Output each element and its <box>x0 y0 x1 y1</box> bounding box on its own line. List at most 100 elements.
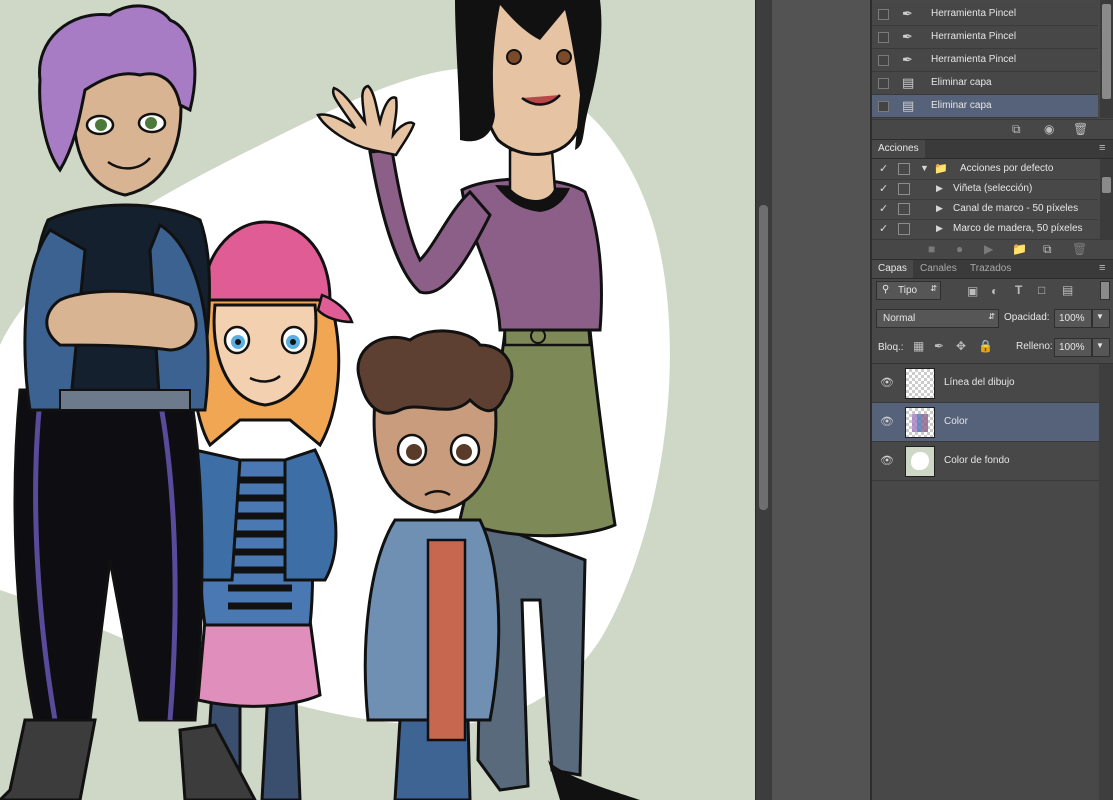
check-icon[interactable]: ✓ <box>879 182 888 195</box>
scrollbar-thumb[interactable] <box>759 205 768 510</box>
action-set-row[interactable]: ✓ ▼ 📁 Acciones por defecto <box>872 159 1098 180</box>
tab-actions[interactable]: Acciones <box>872 140 925 158</box>
camera-icon[interactable]: ◉ <box>1044 122 1054 136</box>
check-icon[interactable]: ✓ <box>879 202 888 215</box>
stepper-icon: ⇵ <box>930 284 937 293</box>
tab-paths[interactable]: Trazados <box>964 260 1017 278</box>
dialog-toggle-box[interactable] <box>898 163 910 175</box>
shape-filter-icon[interactable]: □ <box>1038 283 1045 297</box>
opacity-value: 100% <box>1059 313 1085 324</box>
history-snapshot-checkbox[interactable] <box>878 55 889 66</box>
canvas-vertical-scrollbar[interactable] <box>755 0 772 800</box>
history-snapshot-checkbox[interactable] <box>878 9 889 20</box>
layer-filter-select[interactable]: ⚲ Tipo ⇵ <box>876 281 941 300</box>
dialog-toggle-box[interactable] <box>898 183 910 195</box>
dialog-toggle-box[interactable] <box>898 223 910 235</box>
history-snapshot-checkbox[interactable] <box>878 78 889 89</box>
right-panels: ✒ Herramienta Pincel ✒ Herramienta Pince… <box>872 0 1113 800</box>
collapse-triangle-icon[interactable]: ▶ <box>936 203 943 214</box>
layer-name: Línea del dibujo <box>944 377 1015 388</box>
history-item[interactable]: ✒ Herramienta Pincel <box>872 3 1098 26</box>
action-row[interactable]: ✓ ▶ Canal de marco - 50 píxeles <box>872 199 1098 220</box>
adjustment-filter-icon[interactable]: ◐ <box>991 284 998 298</box>
filter-label: Tipo <box>898 285 918 296</box>
trash-icon[interactable]: 🗑 <box>1073 122 1088 136</box>
blend-mode-select[interactable]: Normal ⇵ <box>876 309 999 328</box>
history-snapshot-checkbox[interactable] <box>878 32 889 43</box>
stop-icon[interactable]: ■ <box>928 242 935 256</box>
play-icon[interactable]: ▶ <box>984 242 993 256</box>
lock-brush-icon[interactable]: ✒ <box>934 339 944 353</box>
layer-thumbnail <box>905 368 935 399</box>
history-item-label: Eliminar capa <box>931 77 992 88</box>
expand-triangle-icon[interactable]: ▼ <box>920 163 929 173</box>
fill-dropdown[interactable]: ▼ <box>1092 338 1110 357</box>
eye-icon[interactable]: 👁 <box>880 415 894 428</box>
history-item[interactable]: ✒ Herramienta Pincel <box>872 49 1098 72</box>
actions-tabbar: Acciones ≡ <box>872 139 1113 159</box>
illustration-artwork <box>0 0 755 800</box>
type-filter-icon[interactable]: T <box>1015 283 1022 297</box>
layer-name: Color de fondo <box>944 455 1010 466</box>
layer-thumbnail <box>905 407 935 438</box>
opacity-label: Opacidad: <box>1004 312 1050 323</box>
dialog-toggle-box[interactable] <box>898 203 910 215</box>
history-item[interactable]: ✒ Herramienta Pincel <box>872 26 1098 49</box>
new-set-folder-icon[interactable]: 📁 <box>1012 242 1027 256</box>
tab-layers[interactable]: Capas <box>872 260 913 278</box>
filter-toggle[interactable] <box>1100 281 1110 300</box>
lock-position-icon[interactable]: ✥ <box>956 339 966 353</box>
chevron-down-icon: ▼ <box>1096 312 1104 321</box>
trash-icon[interactable]: 🗑 <box>1072 242 1087 256</box>
brush-icon: ✒ <box>902 29 913 44</box>
check-icon[interactable]: ✓ <box>879 222 888 235</box>
layer-row[interactable]: 👁 Línea del dibujo <box>872 364 1099 403</box>
new-document-from-state-icon[interactable]: ⧉ <box>1012 122 1021 137</box>
layer-row[interactable]: 👁 Color de fondo <box>872 442 1099 481</box>
history-scrollbar-thumb[interactable] <box>1102 4 1111 99</box>
history-item-label: Herramienta Pincel <box>931 54 1017 65</box>
tab-channels[interactable]: Canales <box>914 260 963 278</box>
action-label: Canal de marco - 50 píxeles <box>953 203 1079 214</box>
actions-panel: Acciones ≡ ✓ ▼ 📁 Acciones por defecto ✓ … <box>872 139 1113 259</box>
history-panel: ✒ Herramienta Pincel ✒ Herramienta Pince… <box>872 0 1113 140</box>
action-row[interactable]: ✓ ▶ Viñeta (selección) <box>872 179 1098 200</box>
document-canvas[interactable] <box>0 0 755 800</box>
history-item-selected[interactable]: ▤ Eliminar capa <box>872 95 1098 118</box>
actions-scrollbar-thumb[interactable] <box>1102 177 1111 193</box>
eye-icon[interactable]: 👁 <box>880 454 894 467</box>
check-icon[interactable]: ✓ <box>879 162 888 175</box>
opacity-input[interactable]: 100% <box>1054 309 1092 328</box>
history-scrollbar[interactable] <box>1100 0 1113 118</box>
fill-value: 100% <box>1059 342 1085 353</box>
action-row[interactable]: ✓ ▶ Marco de madera, 50 píxeles <box>872 219 1098 240</box>
layers-panel: Capas Canales Trazados ≡ ⚲ Tipo ⇵ ▣ ◐ T … <box>872 259 1113 800</box>
fill-input[interactable]: 100% <box>1054 338 1092 357</box>
layer-thumbnail <box>905 446 935 477</box>
collapse-triangle-icon[interactable]: ▶ <box>936 183 943 194</box>
panel-menu-icon[interactable]: ≡ <box>1099 263 1110 274</box>
layers-scrollbar[interactable] <box>1099 364 1113 800</box>
image-filter-icon[interactable]: ▣ <box>967 284 978 298</box>
search-icon: ⚲ <box>882 284 890 295</box>
smart-object-filter-icon[interactable]: ▤ <box>1062 283 1073 297</box>
panel-menu-icon[interactable]: ≡ <box>1099 143 1110 154</box>
actions-footer: ■ ● ▶ 📁 ⧉ 🗑 <box>872 239 1113 258</box>
layer-name: Color <box>944 416 968 427</box>
eye-icon[interactable]: 👁 <box>880 376 894 389</box>
history-snapshot-checkbox[interactable] <box>878 101 889 112</box>
lock-all-icon[interactable]: 🔒 <box>978 339 993 353</box>
history-item[interactable]: ▤ Eliminar capa <box>872 72 1098 95</box>
fill-label: Relleno: <box>1016 341 1053 352</box>
workspace-gap <box>772 0 870 800</box>
actions-scrollbar[interactable] <box>1100 159 1113 239</box>
history-item-label: Eliminar capa <box>931 100 992 111</box>
opacity-dropdown[interactable]: ▼ <box>1092 309 1110 328</box>
history-item-label: Herramienta Pincel <box>931 8 1017 19</box>
record-icon[interactable]: ● <box>956 242 963 256</box>
lock-transparent-icon[interactable]: ▦ <box>913 339 924 353</box>
collapse-triangle-icon[interactable]: ▶ <box>936 223 943 234</box>
brush-icon: ✒ <box>902 6 913 21</box>
new-action-icon[interactable]: ⧉ <box>1043 242 1052 257</box>
layer-row-selected[interactable]: 👁 Color <box>872 403 1099 442</box>
